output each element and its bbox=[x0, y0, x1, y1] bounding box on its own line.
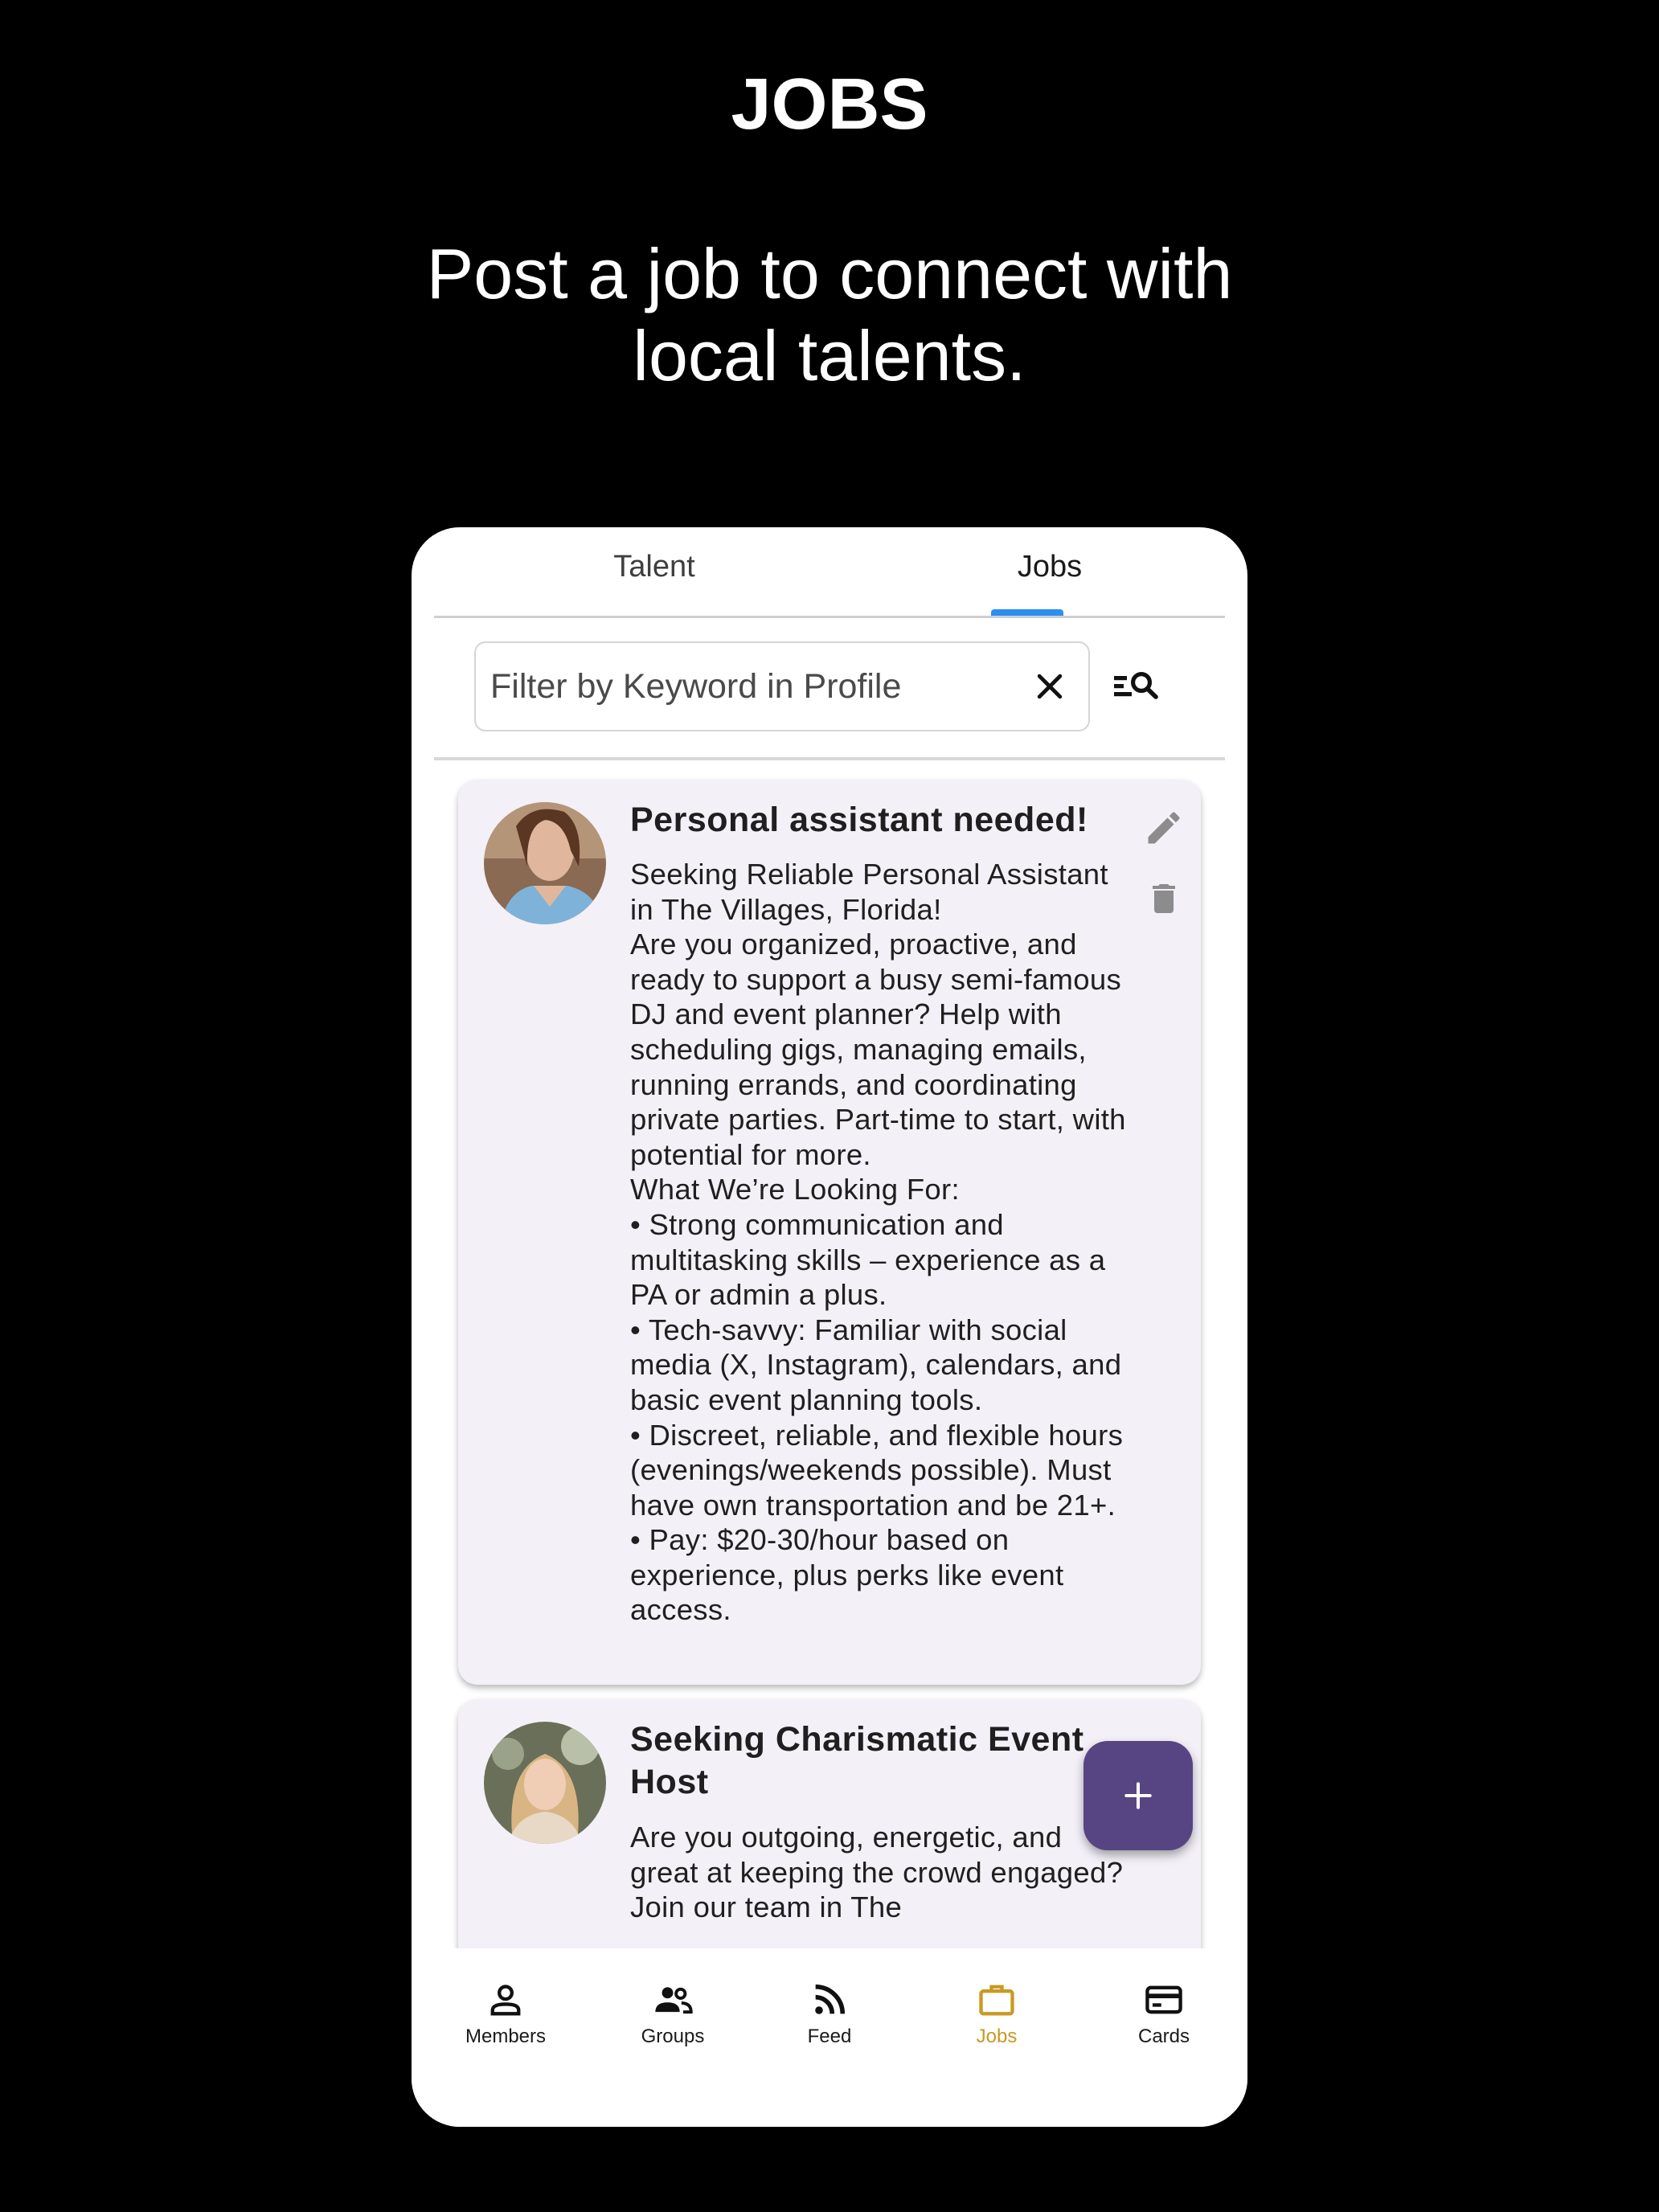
delete-icon[interactable] bbox=[1145, 878, 1183, 920]
nav-label: Cards bbox=[1137, 2026, 1190, 2047]
nav-label: Groups bbox=[641, 2026, 705, 2047]
promo-title: JOBS bbox=[731, 64, 928, 145]
nav-label: Members bbox=[465, 2026, 547, 2047]
rss-icon bbox=[815, 1984, 846, 2014]
nav-label: Jobs bbox=[976, 2026, 1018, 2047]
card-icon bbox=[1145, 1985, 1182, 2014]
phone-screen: Talent Jobs Filter by Keyword in Profile… bbox=[412, 527, 1247, 2127]
bottom-nav: Members Groups Feed Jobs Cards bbox=[412, 1948, 1247, 2127]
close-icon[interactable] bbox=[1032, 669, 1067, 704]
nav-feed[interactable]: Feed bbox=[769, 1979, 890, 2048]
job-description: Are you outgoing, energetic, and great a… bbox=[630, 1821, 1124, 1924]
job-description: Seeking Reliable Personal Assistant in T… bbox=[630, 858, 1126, 1627]
tab-talent[interactable]: Talent bbox=[534, 550, 775, 584]
nav-jobs[interactable]: Jobs bbox=[936, 1979, 1057, 2048]
nav-label: Feed bbox=[807, 2026, 852, 2047]
person-icon bbox=[490, 1985, 521, 2016]
add-job-button[interactable] bbox=[1083, 1741, 1193, 1850]
avatar bbox=[484, 802, 606, 924]
plus-icon bbox=[1124, 1782, 1152, 1809]
tab-indicator bbox=[991, 609, 1063, 616]
edit-icon[interactable] bbox=[1143, 807, 1185, 849]
nav-groups[interactable]: Groups bbox=[612, 1979, 733, 2048]
filter-search-icon[interactable] bbox=[1112, 666, 1161, 706]
search-field bbox=[474, 641, 1090, 731]
tab-jobs[interactable]: Jobs bbox=[929, 550, 1170, 584]
tab-bar: Talent Jobs bbox=[434, 527, 1225, 618]
search-input[interactable] bbox=[490, 643, 1005, 730]
nav-members[interactable]: Members bbox=[445, 1979, 566, 2048]
avatar bbox=[484, 1722, 606, 1844]
briefcase-icon bbox=[979, 1985, 1014, 2016]
groups-icon bbox=[655, 1987, 693, 2014]
job-card[interactable]: Personal assistant needed! Seeking Relia… bbox=[458, 780, 1201, 1685]
nav-cards[interactable]: Cards bbox=[1104, 1979, 1224, 2048]
promo-subtitle: Post a job to connect with local talents… bbox=[426, 234, 1233, 395]
job-title: Personal assistant needed! bbox=[630, 801, 1088, 839]
job-title: Seeking Charismatic Event Host bbox=[630, 1720, 1084, 1801]
